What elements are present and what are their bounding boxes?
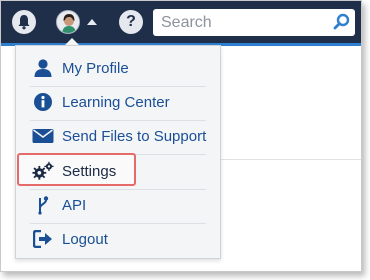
search-icon[interactable] (333, 13, 351, 31)
notifications-button[interactable] (12, 10, 36, 34)
gears-icon (32, 160, 54, 182)
menu-item-label: Logout (62, 230, 108, 248)
menu-item-label: Learning Center (62, 93, 170, 111)
menu-item-logout[interactable]: Logout (16, 222, 220, 256)
top-navigation-bar: ? Search (1, 1, 361, 43)
branch-icon (32, 194, 54, 216)
menu-item-label: Send Files to Support (62, 127, 207, 145)
user-icon (32, 57, 54, 79)
logout-icon (32, 228, 54, 250)
menu-item-send-files[interactable]: Send Files to Support (16, 119, 220, 153)
info-icon (32, 91, 54, 113)
user-dropdown-menu: My Profile Learning Center Send Files to… (15, 45, 221, 259)
user-avatar-button[interactable] (56, 10, 80, 34)
menu-item-label: Settings (62, 162, 117, 180)
window-frame: ? Search My Profile Learning Center Send… (0, 0, 362, 272)
bell-icon (18, 15, 30, 30)
menu-item-api[interactable]: API (16, 188, 220, 222)
menu-item-learning-center[interactable]: Learning Center (16, 85, 220, 119)
menu-item-settings[interactable]: Settings (16, 154, 220, 188)
search-field[interactable]: Search (153, 9, 355, 36)
help-button[interactable]: ? (119, 10, 143, 34)
avatar-image (57, 11, 79, 33)
caret-up-icon[interactable] (87, 19, 97, 25)
envelope-icon (32, 125, 54, 147)
page-divider (211, 159, 361, 160)
search-placeholder: Search (161, 13, 212, 31)
menu-item-my-profile[interactable]: My Profile (16, 51, 220, 85)
menu-item-label: API (62, 196, 87, 214)
help-label: ? (126, 13, 136, 30)
menu-item-label: My Profile (62, 59, 129, 77)
